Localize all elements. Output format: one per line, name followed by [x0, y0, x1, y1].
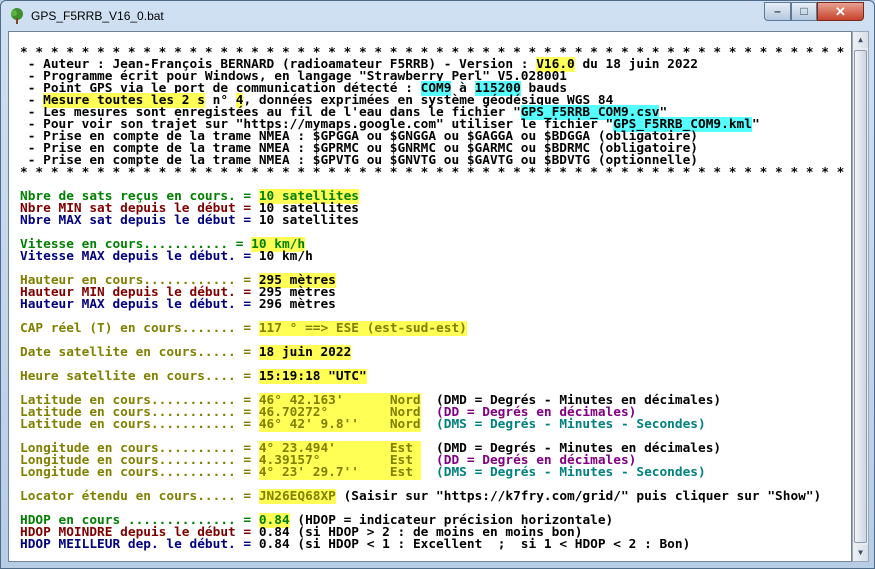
date-label: Date satellite en cours..... =	[20, 345, 259, 360]
time-line: Heure satellite en cours.... = 15:19:18 …	[20, 369, 851, 384]
cap-label: CAP réel (T) en cours....... =	[20, 321, 259, 336]
lon-label-3: Longitude en cours.......... =	[20, 465, 259, 480]
sats-max-line: Nbre MAX sat depuis le début = 10 satell…	[20, 213, 851, 228]
height-max-value: 296 mètres	[258, 297, 336, 312]
cap-line: CAP réel (T) en cours....... = 117 ° ==>…	[20, 321, 851, 336]
lat-dms-value: 46° 42' 9.8'' Nord	[258, 417, 421, 432]
lat-dms-note: (DMS = Degrés - Minutes - Secondes)	[420, 417, 706, 432]
height-max-line: Hauteur MAX depuis le début. = 296 mètre…	[20, 297, 851, 312]
hdop-best-line: HDOP MEILLEUR dep. le début. = 0.84 (si …	[20, 537, 851, 552]
hdop-best-value: 0.84	[258, 537, 290, 552]
cap-value: 117 ° ==> ESE (est-sud-est)	[258, 321, 467, 336]
speed-max-line: Vitesse MAX depuis le début. = 10 km/h	[20, 249, 851, 264]
lon-dms-value: 4° 23' 29.7'' Est	[258, 465, 421, 480]
locator-label: Locator étendu en cours..... =	[20, 489, 259, 504]
close-button[interactable]: ✕	[817, 2, 864, 21]
kml-quote: "	[751, 117, 760, 132]
lat-label-3: Latitude en cours........... =	[20, 417, 259, 432]
date-version-text: du 18 juin 2022	[574, 57, 699, 72]
time-value: 15:19:18 "UTC"	[258, 369, 367, 384]
locator-value: JN26EQ68XP	[258, 489, 336, 504]
vertical-scrollbar[interactable]: ▲ ▼	[852, 31, 869, 562]
window-title: GPS_F5RRB_V16_0.bat	[31, 9, 164, 23]
lon-dms-line: Longitude en cours.......... = 4° 23' 29…	[20, 465, 851, 480]
hdop-best-label: HDOP MEILLEUR dep. le début. =	[20, 537, 259, 552]
minimize-button[interactable]: –	[764, 2, 791, 21]
sats-max-value: 10 satellites	[258, 213, 360, 228]
maximize-button[interactable]: □	[791, 2, 817, 21]
speed-max-value: 10 km/h	[258, 249, 313, 264]
stars-line-bottom: * * * * * * * * * * * * * * * * * * * * …	[20, 165, 845, 180]
lat-dms-line: Latitude en cours........... = 46° 42' 9…	[20, 417, 851, 432]
date-line: Date satellite en cours..... = 18 juin 2…	[20, 345, 851, 360]
tree-icon	[11, 8, 23, 24]
speed-max-label: Vitesse MAX depuis le début. =	[20, 249, 259, 264]
height-max-label: Hauteur MAX depuis le début. =	[20, 297, 259, 312]
hdop-best-note: (si HDOP < 1 : Excellent ; si 1 < HDOP <…	[289, 537, 691, 552]
console-lines: * * * * * * * * * * * * * * * * * * * * …	[20, 46, 851, 552]
scroll-thumb[interactable]	[854, 50, 867, 543]
console-window: GPS_F5RRB_V16_0.bat – □ ✕ * * * * * * * …	[0, 0, 875, 569]
scroll-up-icon[interactable]: ▲	[853, 32, 868, 48]
console-output[interactable]: * * * * * * * * * * * * * * * * * * * * …	[8, 31, 852, 562]
scroll-down-icon[interactable]: ▼	[853, 545, 868, 561]
lon-dms-note: (DMS = Degrés - Minutes - Secondes)	[420, 465, 706, 480]
sats-max-label: Nbre MAX sat depuis le début =	[20, 213, 259, 228]
time-label: Heure satellite en cours.... =	[20, 369, 259, 384]
locator-line: Locator étendu en cours..... = JN26EQ68X…	[20, 489, 851, 504]
title-bar[interactable]: GPS_F5RRB_V16_0.bat – □ ✕	[1, 1, 874, 31]
locator-note: (Saisir sur "https://k7fry.com/grid/" pu…	[335, 489, 822, 504]
date-value: 18 juin 2022	[258, 345, 352, 360]
